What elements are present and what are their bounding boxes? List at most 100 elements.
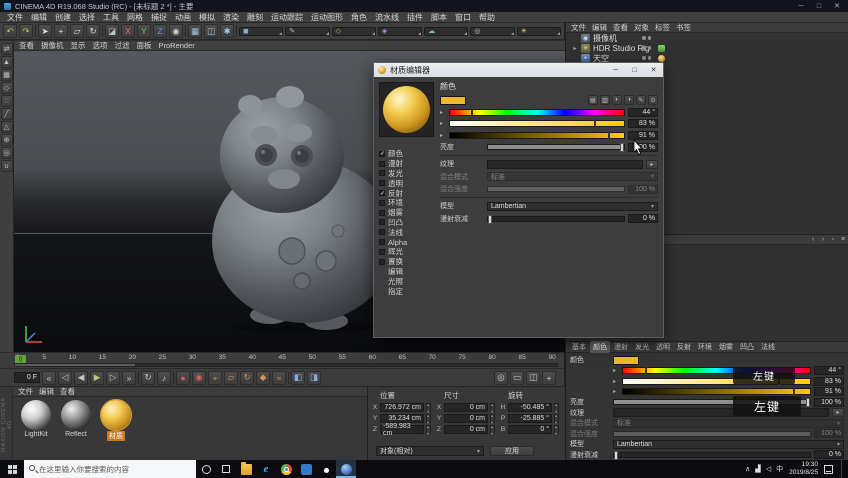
lock-z-axis-icon[interactable]: Z [153, 24, 167, 38]
points-mode-icon[interactable]: ∴ [1, 95, 13, 107]
channel-label[interactable]: 法线 [388, 227, 403, 238]
texture-field[interactable] [487, 160, 643, 169]
stepper[interactable] [490, 414, 495, 423]
viewport-menu-item[interactable]: 摄像机 [41, 41, 64, 51]
window-titlebar[interactable]: CINEMA 4D R19.068 Studio (RC) - [未标题 2 *… [0, 0, 848, 12]
viewport-menu-item[interactable]: 面板 [137, 41, 152, 51]
mix-mode-dropdown[interactable]: 标准 [487, 172, 658, 181]
task-view-button[interactable] [216, 460, 236, 478]
menu-item[interactable]: 雕刻 [243, 12, 267, 23]
hue-slider[interactable] [449, 109, 625, 116]
model-mode-icon[interactable]: ▲ [1, 56, 13, 68]
material-sphere[interactable] [61, 400, 91, 430]
current-frame-field[interactable]: 0 F [14, 372, 40, 383]
rotation-h-field[interactable]: -50.485 ° [508, 403, 552, 412]
stepper[interactable] [490, 425, 495, 434]
add-camera-icon[interactable]: ◎ [470, 27, 514, 36]
color-picker-icon[interactable]: ✎ [636, 95, 646, 105]
diffuse-falloff-field[interactable]: 0 % [814, 450, 844, 459]
add-spline-icon[interactable]: ✎ [285, 27, 329, 36]
key-rotation-icon[interactable]: ↻ [240, 371, 254, 385]
menu-item[interactable]: 网格 [123, 12, 147, 23]
material-preview[interactable] [379, 82, 434, 137]
object-row[interactable]: ▸ HDR Studio Rig [566, 43, 848, 53]
lock-x-axis-icon[interactable]: X [121, 24, 135, 38]
channel-checkbox[interactable] [379, 200, 385, 206]
viewport-solo-icon[interactable]: ◎ [1, 147, 13, 159]
key-scale-icon[interactable]: ▱ [224, 371, 238, 385]
model-dropdown[interactable]: Lambertian [487, 202, 658, 211]
saturation-field[interactable]: 83 % [628, 119, 658, 128]
panel-menu-item[interactable]: 编辑 [592, 22, 607, 33]
taskbar-clock[interactable]: 19:30 2019/8/25 [789, 461, 818, 477]
cinema4d-icon[interactable] [336, 460, 356, 478]
minimize-button[interactable]: ─ [794, 3, 808, 10]
channel-checkbox[interactable] [379, 259, 385, 265]
panel-menu-item[interactable]: 标签 [655, 22, 670, 33]
size-z-field[interactable]: 0 cm [444, 425, 488, 434]
edge-icon[interactable] [256, 460, 276, 478]
prev-key-icon[interactable]: ◁ [58, 371, 72, 385]
channel-checkbox[interactable] [379, 161, 385, 167]
make-editable-icon[interactable]: ⇄ [1, 43, 13, 55]
key-parameter-icon[interactable]: ◆ [256, 371, 270, 385]
dialog-close-button[interactable]: ✕ [646, 64, 661, 76]
compare-icon[interactable]: ◫ [526, 371, 540, 385]
goto-start-icon[interactable]: « [42, 371, 56, 385]
add-environment-icon[interactable]: ☁ [424, 27, 468, 36]
search-input[interactable] [39, 465, 189, 474]
object-row[interactable]: 摄像机 [566, 33, 848, 43]
channel-tab[interactable]: 法线 [758, 341, 778, 353]
object-label[interactable]: 摄像机 [593, 33, 617, 44]
render-region-icon[interactable]: ▭ [510, 371, 524, 385]
visibility-dots[interactable] [642, 46, 651, 50]
hue-field[interactable]: 44 ° [814, 366, 844, 375]
expand-arrow-icon[interactable]: ▸ [572, 45, 578, 52]
spectrum-icon[interactable]: ◑ [624, 95, 634, 105]
object-tag-icon[interactable] [658, 55, 665, 62]
chrome-icon[interactable] [276, 460, 296, 478]
diffuse-falloff-slider[interactable] [487, 216, 625, 222]
add-cube-icon[interactable]: ◼ [239, 27, 283, 36]
menu-item[interactable]: 运动跟踪 [267, 12, 307, 23]
office-app-icon[interactable] [296, 460, 316, 478]
channel-checkbox[interactable] [379, 229, 385, 235]
cortana-button[interactable] [196, 460, 216, 478]
action-center-icon[interactable] [824, 465, 833, 474]
coordinate-mode-dropdown[interactable]: 对象(相对) [376, 446, 484, 456]
menu-item[interactable]: 脚本 [427, 12, 451, 23]
panel-menu-item[interactable]: 对象 [634, 22, 649, 33]
channel-checkbox[interactable] [379, 170, 385, 176]
add-deformer-icon[interactable]: ◈ [378, 27, 422, 36]
saturation-field[interactable]: 83 % [814, 377, 844, 386]
channel-tab[interactable]: 烟雾 [716, 341, 736, 353]
close-button[interactable]: ✕ [830, 2, 844, 10]
color-swatch[interactable] [613, 356, 639, 365]
panel-menu-item[interactable]: 查看 [613, 22, 628, 33]
lock-icon[interactable]: ◦ [828, 235, 838, 244]
channel-label[interactable]: 指定 [388, 286, 403, 297]
redo-icon[interactable]: ↷ [19, 24, 33, 38]
panel-menu-icon[interactable]: ≡ [838, 235, 848, 244]
play-icon[interactable]: ▶ [90, 371, 104, 385]
stepper[interactable] [554, 403, 559, 412]
menu-item[interactable]: 工具 [99, 12, 123, 23]
back-icon[interactable]: ‹ [808, 235, 818, 244]
position-x-field[interactable]: 726.972 cm [380, 403, 424, 412]
timeline-range-bar[interactable] [14, 363, 558, 367]
dialog-minimize-button[interactable]: ─ [608, 64, 623, 76]
panel-menu-item[interactable]: 编辑 [39, 386, 54, 397]
channel-tab[interactable]: 发光 [632, 341, 652, 353]
material-sphere[interactable] [101, 400, 131, 430]
panel-menu-item[interactable]: 书签 [676, 22, 691, 33]
stepper[interactable] [554, 414, 559, 423]
size-y-field[interactable]: 0 cm [444, 414, 488, 423]
material-name[interactable]: 材质 [107, 431, 125, 441]
file-explorer-icon[interactable] [236, 460, 256, 478]
stepper[interactable] [490, 403, 495, 412]
taskbar-search[interactable] [24, 460, 196, 478]
channel-checkbox[interactable] [379, 210, 385, 216]
stepper[interactable] [426, 403, 431, 412]
rotation-b-field[interactable]: 0 ° [508, 425, 552, 434]
channel-row[interactable]: 指定 [379, 286, 435, 296]
